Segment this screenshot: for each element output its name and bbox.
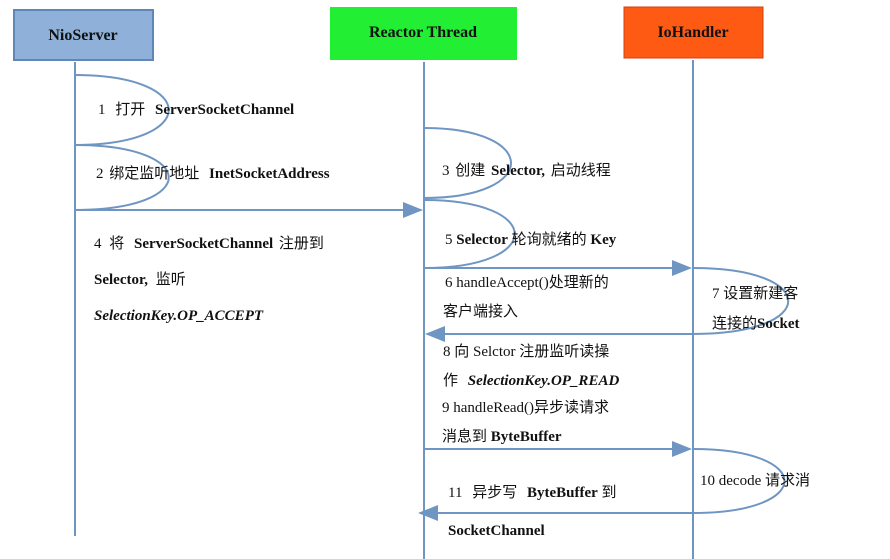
- step-4-label-line3: SelectionKey.OP_ACCEPT: [94, 308, 264, 324]
- sequence-diagram: NioServer Reactor Thread IoHandler 1 打开 …: [13, 6, 810, 559]
- step-6-label-line2: 客户端接入: [443, 303, 518, 320]
- step-1-label: 1 打开 ServerSocketChannel: [98, 101, 294, 118]
- step-7-label-line1: 7 设置新建客: [712, 285, 798, 302]
- participant-label: NioServer: [48, 27, 117, 44]
- step-2-label: 2 绑定监听地址 InetSocketAddress: [96, 165, 330, 182]
- participant-label: IoHandler: [657, 24, 728, 41]
- step-4-label-line2: Selector, 监听: [94, 271, 186, 288]
- participant-nioserver: NioServer: [13, 9, 154, 61]
- step-11-label-line2: SocketChannel: [448, 523, 545, 539]
- participant-reactor-thread: Reactor Thread: [330, 7, 517, 60]
- participant-label: Reactor Thread: [369, 24, 477, 41]
- step-6-label-line1: 6 handleAccept()处理新的: [445, 274, 609, 291]
- step-4-label-line1: 4 将 ServerSocketChannel 注册到: [94, 235, 324, 252]
- step-11-label-line1: 11 异步写 ByteBuffer 到: [448, 484, 617, 501]
- step-8-label-line2: 作 SelectionKey.OP_READ: [443, 372, 619, 389]
- participant-iohandler: IoHandler: [623, 6, 764, 59]
- step-5-label: 5 Selector 轮询就绪的 Key: [445, 231, 617, 248]
- step-3-label: 3 创建 Selector, 启动线程: [442, 162, 611, 179]
- step-9-label-line1: 9 handleRead()异步读请求: [442, 399, 609, 416]
- step-9-label-line2: 消息到 ByteBuffer: [442, 428, 562, 445]
- step-7-label-line2: 连接的Socket: [712, 315, 800, 332]
- step-8-label-line1: 8 向 Selctor 注册监听读操: [443, 343, 609, 360]
- step-10-label: 10 decode 请求消: [700, 472, 810, 489]
